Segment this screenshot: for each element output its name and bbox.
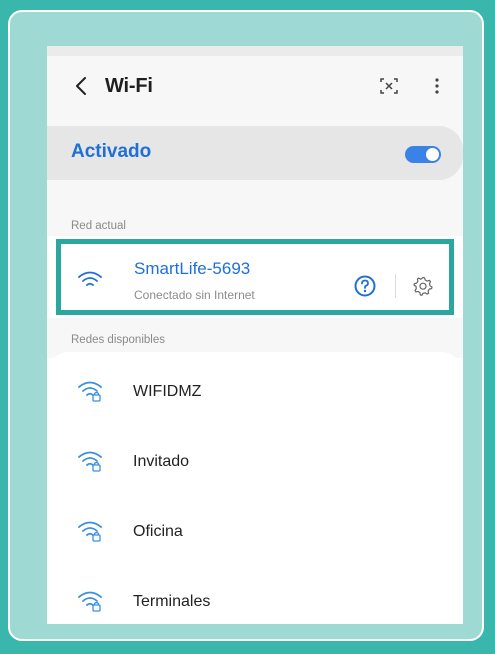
network-name: Invitado [133,453,190,470]
page-title: Wi-Fi [105,75,153,97]
network-name: Oficina [133,523,183,540]
app-bar: Wi-Fi [47,56,463,116]
phone-screen: Wi-Fi Activado Red actual SmartLife-5693… [47,46,463,624]
back-arrow-icon [76,77,86,95]
qr-scan-button[interactable] [375,72,403,100]
switch-knob [426,148,439,161]
help-icon [354,275,376,297]
current-network-status: Conectado sin Internet [134,288,255,302]
network-row[interactable]: Oficina [47,504,463,562]
status-bar [47,46,463,56]
wifi-lock-icon [78,591,102,612]
wifi-lock-icon [78,381,102,402]
available-networks-section-label: Redes disponibles [71,334,165,346]
network-row[interactable]: Terminales [47,574,463,624]
current-network-name: SmartLife-5693 [134,259,251,278]
more-options-button[interactable] [423,72,451,100]
network-row[interactable]: WIFIDMZ [47,364,463,422]
wifi-switch[interactable] [405,146,441,163]
network-row[interactable]: Invitado [47,434,463,492]
back-button[interactable] [69,66,93,106]
network-name: Terminales [133,593,211,610]
wifi-lock-icon [78,451,102,472]
divider [395,274,396,298]
qr-scan-icon [380,78,398,94]
wifi-icon [78,271,102,286]
current-network-section-label: Red actual [71,220,126,232]
wifi-toggle-label: Activado [71,141,152,162]
help-button[interactable] [353,274,377,298]
more-options-icon [435,78,439,94]
available-networks-list: WIFIDMZ Invitado Oficina Terminales [47,352,463,624]
network-settings-button[interactable] [411,274,435,298]
wifi-lock-icon [78,521,102,542]
wifi-toggle-row[interactable]: Activado [47,126,463,180]
network-name: WIFIDMZ [133,383,202,400]
gear-icon [413,276,433,296]
